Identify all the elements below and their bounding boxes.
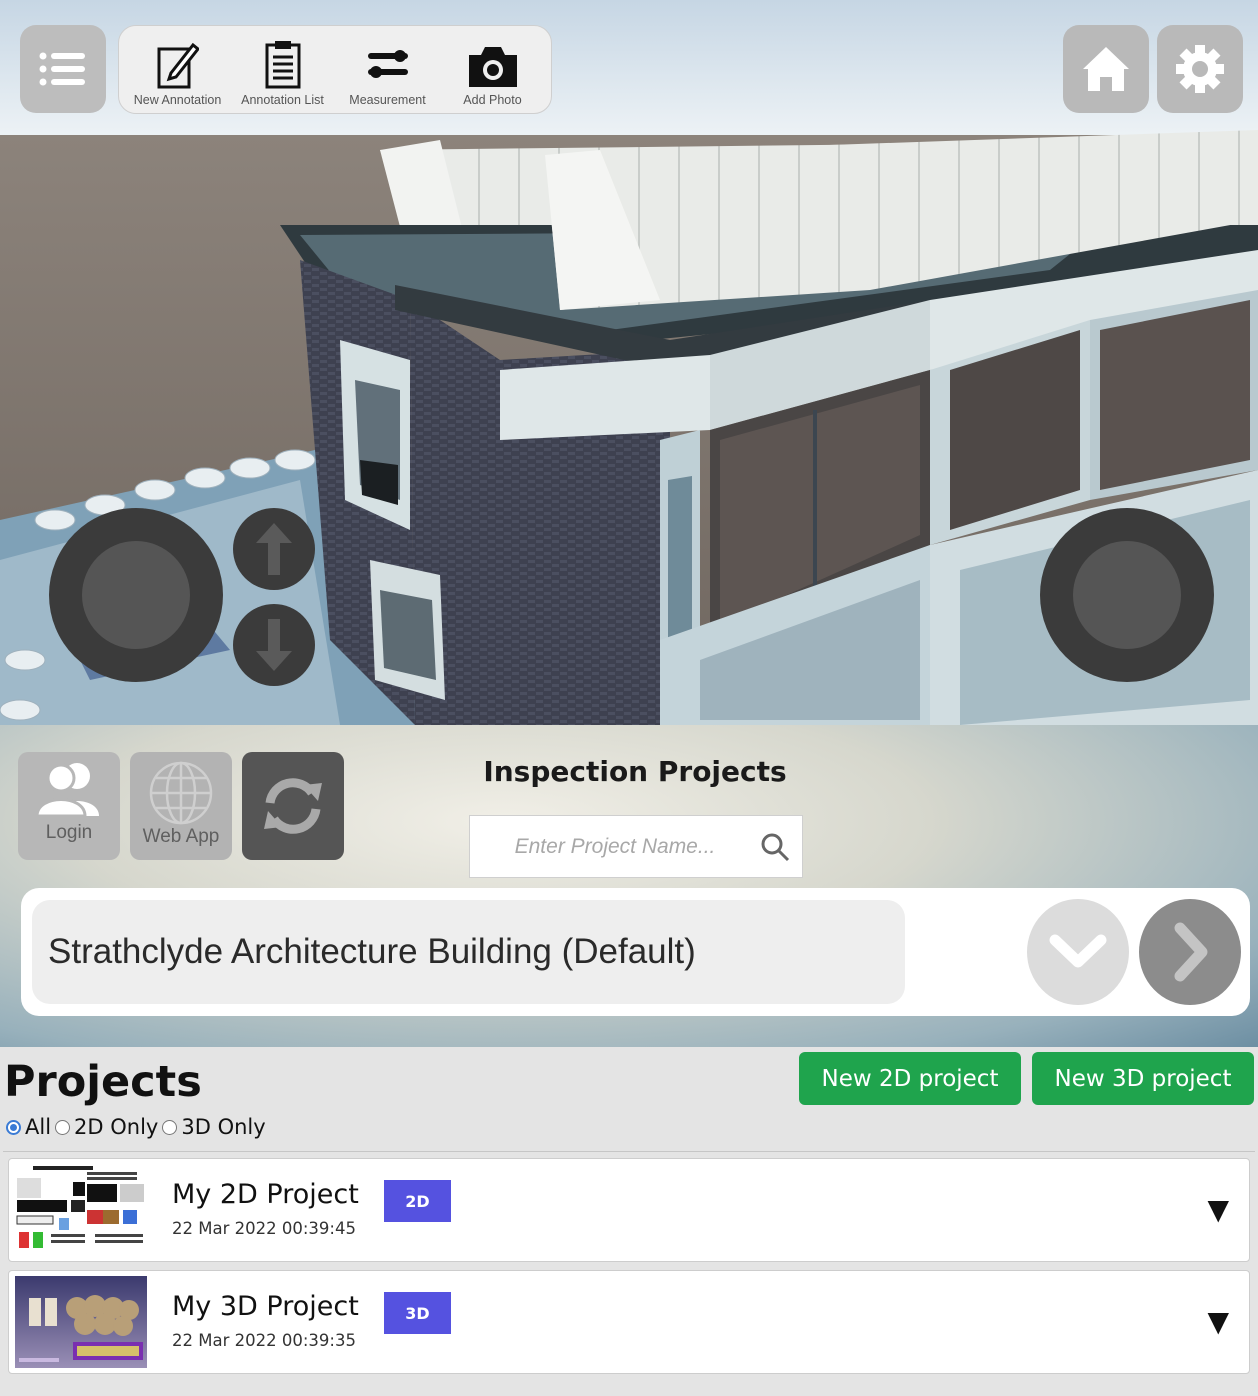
home-icon [1083, 47, 1129, 91]
chevron-down-icon [1049, 934, 1107, 968]
project-row[interactable]: My 2D Project 22 Mar 2022 00:39:45 2D ▼ [8, 1158, 1250, 1262]
new-annotation-button[interactable]: New Annotation [126, 41, 230, 107]
open-project-button[interactable] [1139, 899, 1241, 1005]
settings-button[interactable] [1157, 25, 1243, 113]
expand-row-icon[interactable]: ▼ [1207, 1305, 1229, 1338]
web-app-label: Web App [142, 826, 220, 847]
project-selector: Strathclyde Architecture Building (Defau… [21, 888, 1250, 1016]
expand-project-button[interactable] [1027, 899, 1129, 1005]
home-button[interactable] [1063, 25, 1149, 113]
project-row[interactable]: My 3D Project 22 Mar 2022 00:39:35 3D ▼ [8, 1270, 1250, 1374]
filter-3d-label: 3D Only [181, 1115, 266, 1139]
left-joystick[interactable] [49, 508, 223, 682]
filter-2d-only[interactable]: 2D Only [55, 1115, 158, 1139]
refresh-icon [264, 778, 322, 834]
arrow-down-icon [256, 619, 292, 671]
annotation-toolbar: New Annotation Annotation List Measureme… [118, 25, 552, 114]
project-date: 22 Mar 2022 00:39:35 [172, 1331, 356, 1350]
move-down-button[interactable] [233, 604, 315, 686]
inspection-projects-title: Inspection Projects [483, 755, 787, 788]
move-up-button[interactable] [233, 508, 315, 590]
project-type-badge: 3D [384, 1292, 451, 1334]
arrow-up-icon [256, 523, 292, 575]
gear-icon [1176, 45, 1224, 93]
chevron-right-icon [1174, 922, 1208, 982]
menu-button[interactable] [20, 25, 106, 113]
inspection-projects-panel: Login Web App Inspection Projects St [0, 725, 1258, 1047]
edit-icon [157, 42, 199, 89]
measurement-button[interactable]: Measurement [336, 47, 440, 107]
measurement-label: Measurement [349, 93, 426, 107]
projects-section: Projects New 2D project New 3D project A… [0, 1047, 1258, 1396]
login-label: Login [45, 822, 93, 843]
filter-2d-label: 2D Only [74, 1115, 159, 1139]
refresh-button[interactable] [242, 752, 344, 860]
project-name: My 2D Project [172, 1179, 359, 1210]
filter-3d-only[interactable]: 3D Only [162, 1115, 266, 1139]
filter-all[interactable]: All [6, 1115, 51, 1139]
new-3d-project-button[interactable]: New 3D project [1032, 1052, 1254, 1105]
right-joystick-knob[interactable] [1073, 541, 1181, 649]
sliders-icon [367, 50, 408, 78]
project-name: My 3D Project [172, 1291, 359, 1322]
project-type-badge: 2D [384, 1180, 451, 1222]
project-thumbnail [15, 1276, 147, 1368]
users-icon [35, 763, 99, 818]
web-app-button[interactable]: Web App [130, 752, 232, 860]
projects-title: Projects [4, 1057, 202, 1107]
filter-2d-radio[interactable] [55, 1119, 71, 1135]
globe-icon [149, 761, 213, 825]
filter-all-radio[interactable] [6, 1119, 21, 1135]
add-photo-button[interactable]: Add Photo [441, 45, 545, 107]
3d-viewport[interactable]: New Annotation Annotation List Measureme… [0, 0, 1258, 725]
project-thumbnail [15, 1164, 147, 1256]
left-joystick-knob[interactable] [82, 541, 190, 649]
right-joystick[interactable] [1040, 508, 1214, 682]
filter-3d-radio[interactable] [162, 1119, 178, 1135]
filter-all-label: All [25, 1115, 52, 1139]
project-type-filter: All 2D Only 3D Only [6, 1115, 270, 1139]
new-annotation-label: New Annotation [133, 93, 222, 107]
project-list: My 2D Project 22 Mar 2022 00:39:45 2D ▼ [3, 1151, 1255, 1391]
project-search-input[interactable] [470, 816, 760, 877]
clipboard-icon [265, 41, 300, 89]
login-button[interactable]: Login [18, 752, 120, 860]
new-2d-project-button[interactable]: New 2D project [799, 1052, 1021, 1105]
annotation-list-button[interactable]: Annotation List [231, 39, 335, 107]
camera-icon [468, 47, 517, 87]
expand-row-icon[interactable]: ▼ [1207, 1193, 1229, 1226]
project-search-box [469, 815, 803, 878]
annotation-list-label: Annotation List [241, 93, 324, 107]
add-photo-label: Add Photo [463, 93, 522, 107]
list-icon [39, 52, 85, 86]
project-date: 22 Mar 2022 00:39:45 [172, 1219, 356, 1238]
search-icon[interactable] [760, 832, 790, 862]
selected-project-dropdown[interactable]: Strathclyde Architecture Building (Defau… [32, 900, 905, 1004]
